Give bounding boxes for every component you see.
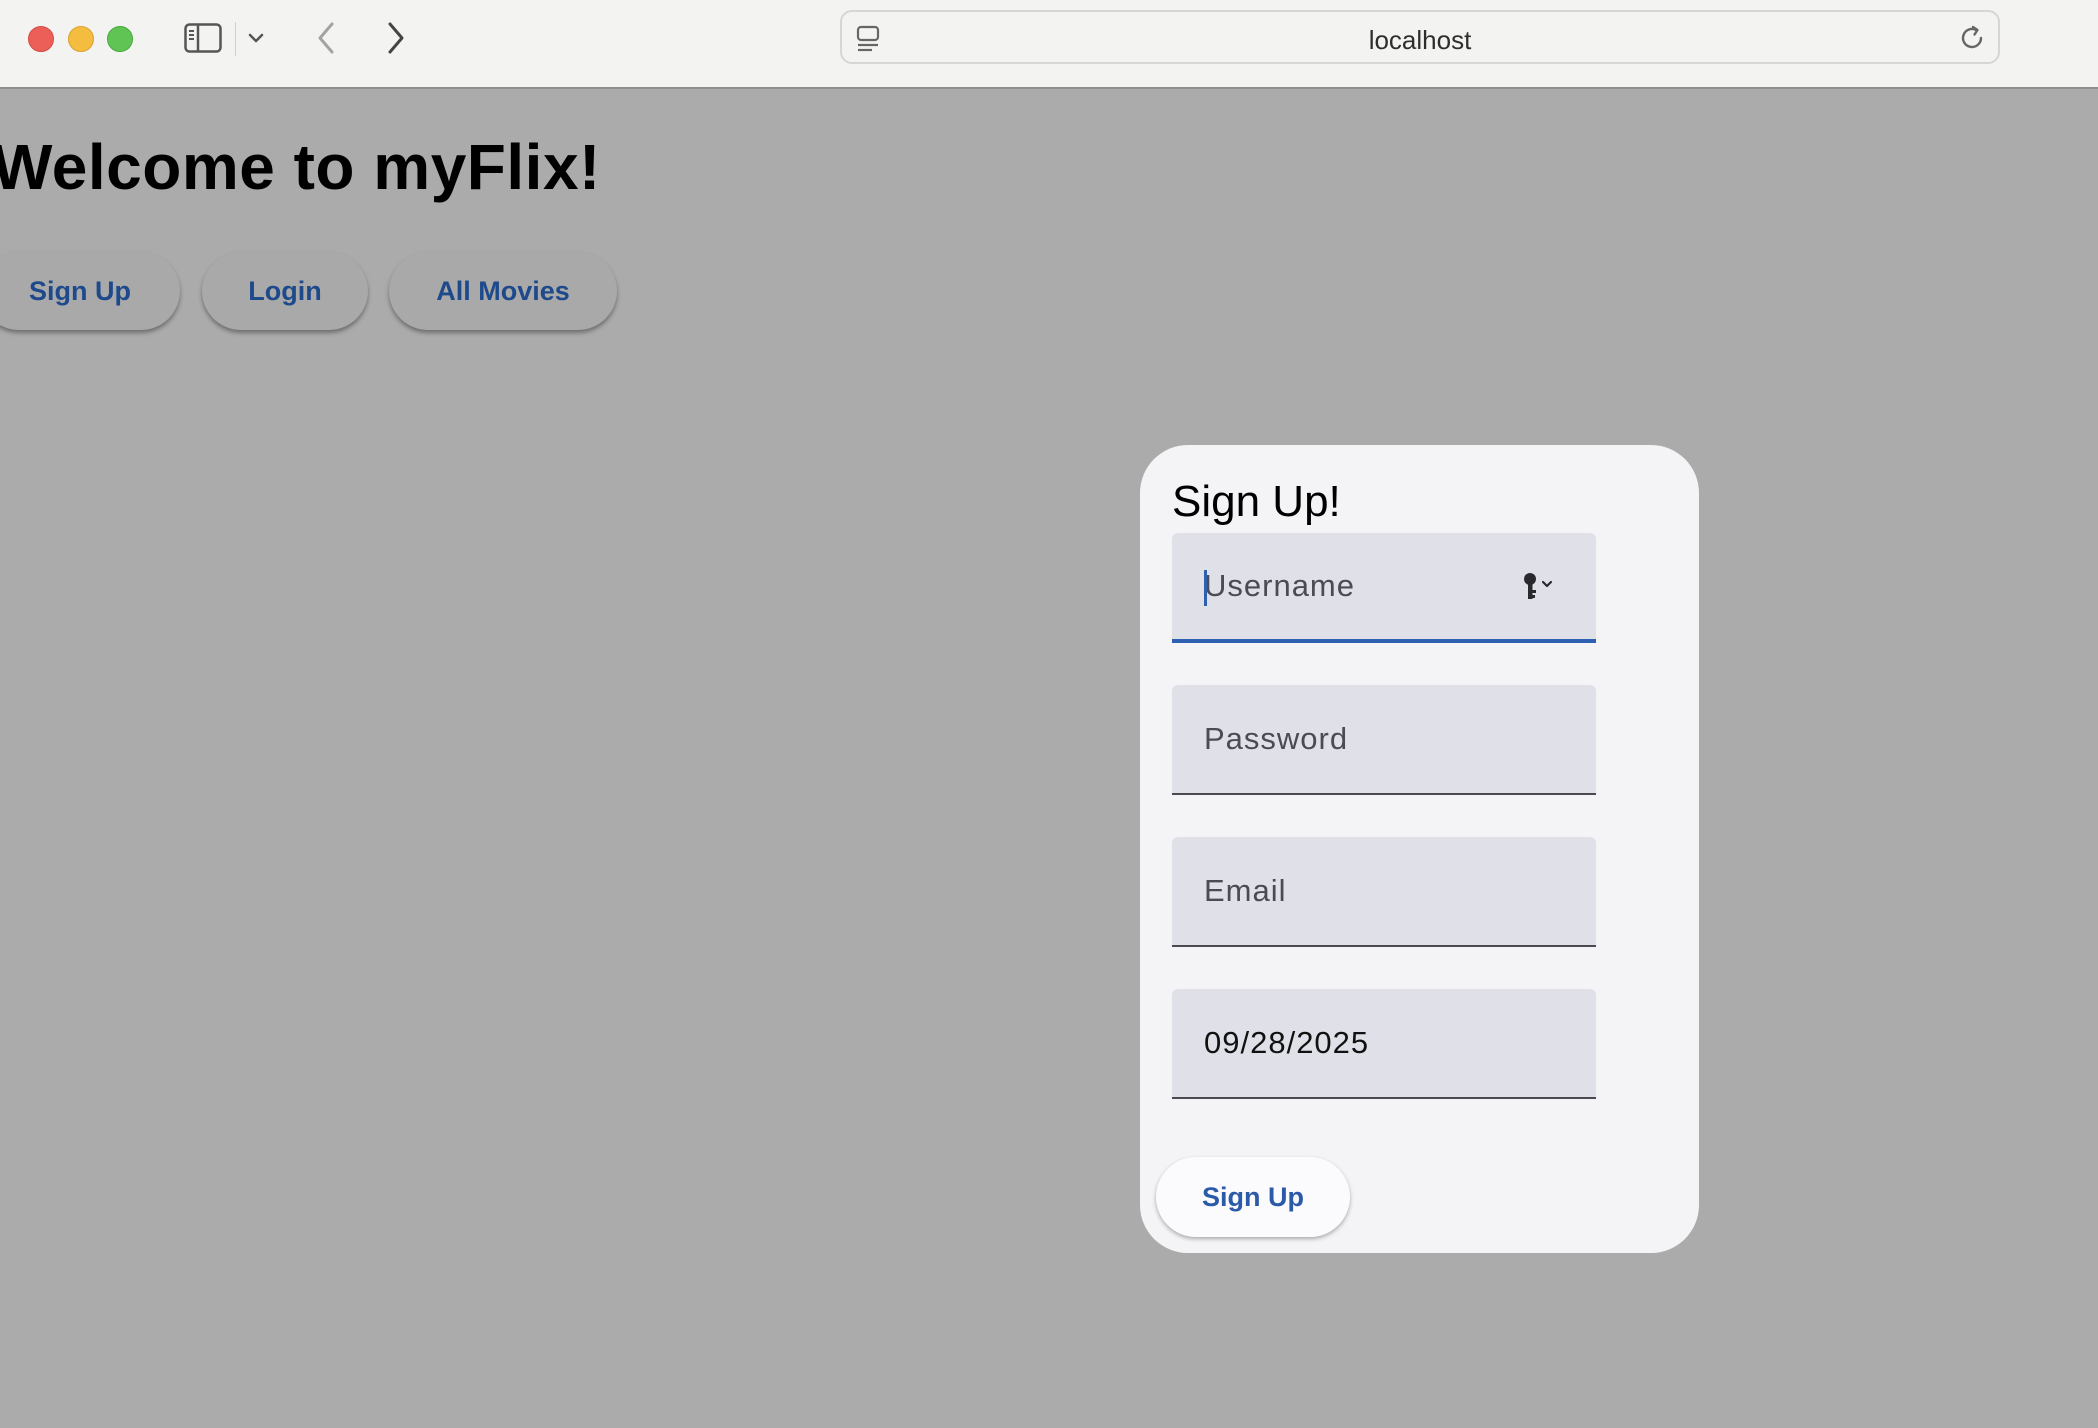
back-button[interactable] — [306, 18, 346, 58]
nav-all-movies-button[interactable]: All Movies — [389, 252, 617, 330]
password-field-container — [1172, 685, 1596, 795]
reload-icon[interactable] — [1958, 24, 1986, 57]
url-text: localhost — [1368, 25, 1472, 55]
maximize-window-button[interactable] — [107, 26, 133, 52]
key-icon[interactable] — [1522, 571, 1558, 608]
back-arrow-icon — [318, 22, 334, 54]
nav-signup-button[interactable]: Sign Up — [0, 252, 180, 330]
birthday-field-container — [1172, 989, 1596, 1099]
minimize-window-button[interactable] — [68, 26, 94, 52]
forward-arrow-icon — [388, 22, 404, 54]
sidebar-icon — [184, 23, 222, 53]
birthday-date-input[interactable] — [1172, 989, 1596, 1097]
browser-toolbar: localhost — [0, 0, 2098, 89]
signup-form-title: Sign Up! — [1172, 477, 1341, 526]
sidebar-toggle-button[interactable] — [180, 18, 226, 58]
text-caret — [1204, 570, 1207, 606]
toolbar-divider — [235, 22, 236, 56]
email-input[interactable] — [1172, 837, 1596, 945]
close-window-button[interactable] — [28, 26, 54, 52]
page-title: Welcome to myFlix! — [0, 131, 601, 203]
signup-submit-button[interactable]: Sign Up — [1156, 1157, 1350, 1237]
email-field-container — [1172, 837, 1596, 947]
forward-button[interactable] — [376, 18, 416, 58]
password-input[interactable] — [1172, 685, 1596, 793]
nav-login-button[interactable]: Login — [202, 252, 368, 330]
chevron-down-icon — [248, 33, 264, 43]
signup-card: Sign Up! Sign Up — [1140, 445, 1699, 1253]
tab-group-menu-button[interactable] — [244, 18, 268, 58]
username-field-container — [1172, 533, 1596, 643]
address-bar[interactable]: localhost — [840, 10, 2000, 64]
